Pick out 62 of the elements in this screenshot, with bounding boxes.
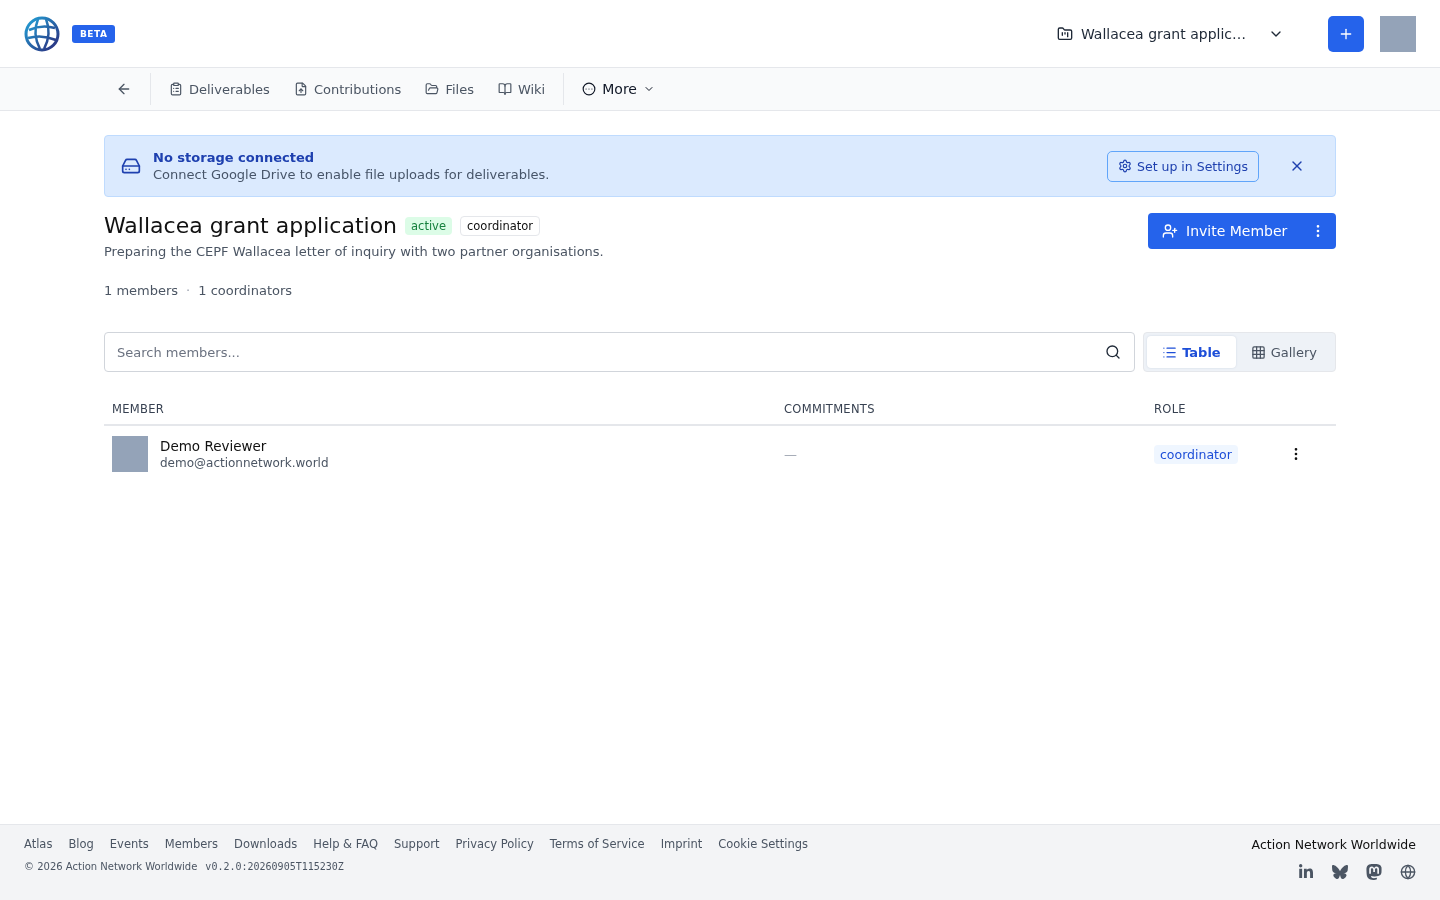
add-button[interactable] [1328, 15, 1364, 52]
clipboard-icon [169, 82, 183, 96]
footer-link[interactable]: Help & FAQ [313, 837, 378, 851]
column-header: COMMITMENTS [784, 402, 876, 416]
user-avatar[interactable] [1380, 15, 1416, 52]
column-header: ROLE [1154, 402, 1187, 416]
member-stat: 1 members [104, 283, 179, 298]
footer-link[interactable]: Support [394, 837, 440, 851]
separator-dot: · [186, 283, 191, 298]
beta-badge: BETA [72, 24, 116, 43]
org-name: Action Network Worldwide [1251, 837, 1416, 852]
project-title: Wallacea grant application [104, 213, 398, 238]
column-header: MEMBER [112, 402, 166, 416]
project-switcher[interactable]: Wallacea grant applic… [1050, 24, 1290, 43]
footer-link[interactable]: Imprint [660, 837, 703, 851]
user-plus-icon [1162, 223, 1178, 239]
folder-icon [425, 82, 440, 96]
member-stat: 1 coordinators [198, 283, 293, 298]
role-badge: coordinator [460, 215, 541, 236]
member-name: Demo Reviewer [160, 438, 268, 454]
footer-link[interactable]: Terms of Service [549, 837, 645, 851]
nav-tab[interactable]: Contributions [285, 77, 410, 101]
nav-tab[interactable]: Wiki [489, 77, 554, 101]
alert-title: No storage connected [153, 150, 316, 165]
more-menu[interactable]: More [574, 77, 663, 101]
commitments-cell-text: — [784, 446, 798, 462]
nav-tab[interactable]: Files [417, 77, 482, 101]
ellipsis-circle-icon [582, 82, 597, 96]
footer-link[interactable]: Events [109, 837, 149, 851]
member-email: demo@actionnetwork.world [160, 456, 329, 470]
footer-link[interactable]: Cookie Settings [718, 837, 809, 851]
grid-icon [1250, 344, 1266, 360]
status-badge: active [405, 216, 452, 235]
view-tab[interactable]: Gallery [1235, 336, 1332, 368]
mastodon-icon[interactable] [1366, 864, 1382, 880]
file-upload-icon [293, 82, 308, 96]
project-description: Preparing the CEPF Wallacea letter of inquiry with two partner organisations. [104, 244, 604, 259]
linkedin-icon[interactable] [1298, 864, 1314, 880]
footer-link[interactable]: Members [164, 837, 219, 851]
globe-logo [24, 15, 60, 52]
nav-tab[interactable]: Deliverables [161, 77, 278, 101]
list-icon [1162, 344, 1178, 360]
footer-link[interactable]: Blog [68, 837, 94, 851]
book-icon [497, 82, 512, 96]
footer-link[interactable]: Atlas [24, 837, 53, 851]
footer-link[interactable]: Privacy Policy [455, 837, 534, 851]
invite-member-button[interactable]: Invite Member [1148, 213, 1336, 249]
footer-link[interactable]: Downloads [234, 837, 298, 851]
member-avatar [112, 436, 148, 472]
search-icon [1105, 344, 1122, 360]
globe-icon[interactable] [1400, 864, 1416, 880]
copyright-text: © 2026 Action Network Worldwide [24, 861, 198, 872]
hard-drive-icon [121, 156, 141, 176]
alert-text: Connect Google Drive to enable file uploads for deliverables. [153, 167, 551, 182]
folder-icon [1056, 25, 1073, 42]
role-badge: coordinator [1154, 444, 1238, 464]
settings-button[interactable]: Set up in Settings [1107, 150, 1259, 182]
view-tab[interactable]: Table [1147, 336, 1236, 368]
search-field[interactable]: Search members... [104, 332, 1136, 372]
butterfly-icon[interactable] [1332, 864, 1348, 880]
settings-icon [1118, 159, 1133, 173]
version-text: v0.2.0:20260905T115230Z [205, 861, 344, 872]
